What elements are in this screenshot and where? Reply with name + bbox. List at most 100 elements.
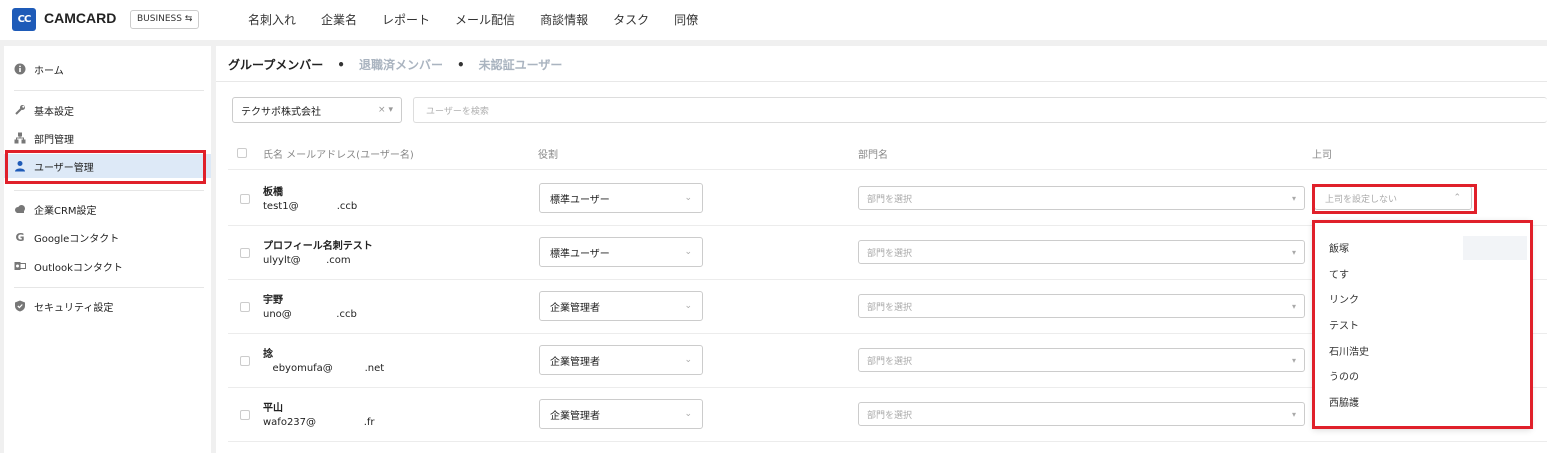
chevron-down-icon: ⌄ (684, 193, 692, 203)
camcard-logo-icon[interactable]: CC (12, 8, 36, 31)
company-select-controls: × ▾ (378, 105, 393, 115)
row-checkbox[interactable] (240, 248, 250, 258)
department-select[interactable]: 部門を選択 ▾ (858, 240, 1305, 264)
org-chart-icon (14, 132, 26, 144)
user-name: プロフィール名刺テスト (263, 241, 373, 252)
boss-select[interactable]: 上司を設定しない ⌃ (1314, 186, 1472, 210)
department-select[interactable]: 部門を選択 ▾ (858, 402, 1305, 426)
user-name: 板橋 (263, 187, 283, 198)
role-select[interactable]: 企業管理者 ⌄ (539, 345, 703, 375)
company-select-value: テクサポ株式会社 (241, 106, 321, 118)
tab-unverified-users[interactable]: 未認証ユーザー (479, 56, 563, 73)
row-checkbox[interactable] (240, 194, 250, 204)
sidebar-item-google[interactable]: G Googleコンタクト (4, 225, 211, 249)
dropdown-option[interactable]: リンク (1329, 291, 1359, 306)
sidebar-item-crm[interactable]: 企業CRM設定 (4, 197, 211, 221)
nav-deals[interactable]: 商談情報 (540, 11, 588, 28)
user-email: wafo237@ .fr (263, 417, 375, 428)
app-name[interactable]: CAMCARD (44, 10, 116, 26)
role-value: 企業管理者 (550, 410, 600, 422)
chevron-down-icon: ⌄ (684, 247, 692, 257)
nav-cards[interactable]: 名刺入れ (248, 11, 296, 28)
chevron-down-icon: ⌄ (684, 409, 692, 419)
header-role: 役割 (538, 150, 558, 161)
boss-placeholder: 上司を設定しない (1325, 194, 1398, 205)
sidebar-item-label: ユーザー管理 (34, 162, 94, 174)
dropdown-option[interactable]: うのの (1329, 368, 1359, 383)
department-select[interactable]: 部門を選択 ▾ (858, 348, 1305, 372)
sidebar-item-departments[interactable]: 部門管理 (4, 126, 211, 150)
nav-colleagues[interactable]: 同僚 (674, 11, 698, 28)
tab-retired-members[interactable]: 退職済メンバー (359, 56, 443, 73)
company-select[interactable]: テクサポ株式会社 × ▾ (232, 97, 402, 123)
dropdown-option[interactable]: 石川浩史 (1329, 343, 1369, 358)
sidebar-item-user-management[interactable]: ユーザー管理 (4, 154, 211, 178)
role-select[interactable]: 標準ユーザー ⌄ (539, 183, 703, 213)
chevron-down-icon: ⌄ (684, 301, 692, 311)
caret-down-icon[interactable]: ▾ (388, 105, 393, 115)
dropdown-option[interactable]: 飯塚 (1329, 240, 1349, 255)
nav-mail[interactable]: メール配信 (455, 11, 515, 28)
caret-down-icon: ▾ (1291, 355, 1296, 365)
tab-separator: • (337, 57, 345, 72)
nav-reports[interactable]: レポート (382, 11, 430, 28)
user-name: 平山 (263, 403, 283, 414)
sidebar-item-security[interactable]: セキュリティ設定 (4, 294, 211, 318)
edition-badge[interactable]: BUSINESS ⇆ (130, 10, 200, 29)
role-select[interactable]: 企業管理者 ⌄ (539, 291, 703, 321)
nav-tasks[interactable]: タスク (613, 11, 649, 28)
dropdown-option[interactable]: てす (1329, 266, 1349, 281)
google-icon: G (15, 230, 25, 244)
sidebar-item-label: Outlookコンタクト (34, 262, 123, 274)
user-email: uno@ .ccb (263, 309, 357, 320)
sidebar: ホーム 基本設定 部門管理 ユーザー管理 企業CRM設定 G Googleコンタ… (4, 46, 211, 453)
dropdown-option[interactable]: テスト (1329, 317, 1359, 332)
user-email: test1@ .ccb (263, 201, 358, 212)
search-placeholder: ユーザーを検索 (426, 106, 489, 117)
sidebar-item-label: 部門管理 (34, 134, 74, 146)
sidebar-item-label: Googleコンタクト (34, 233, 120, 245)
header-divider (228, 169, 1547, 170)
sidebar-item-outlook[interactable]: Outlookコンタクト (4, 254, 211, 278)
nav-companies[interactable]: 企業名 (321, 11, 357, 28)
row-checkbox[interactable] (240, 302, 250, 312)
role-select[interactable]: 企業管理者 ⌄ (539, 399, 703, 429)
top-bar: CC CAMCARD BUSINESS ⇆ 名刺入れ 企業名 レポート メール配… (0, 0, 1547, 40)
sidebar-item-label: セキュリティ設定 (34, 302, 114, 314)
tab-separator: • (456, 57, 465, 72)
department-placeholder: 部門を選択 (867, 248, 913, 259)
caret-down-icon: ▾ (1291, 193, 1296, 203)
sidebar-item-label: 基本設定 (34, 106, 74, 118)
top-nav: 名刺入れ 企業名 レポート メール配信 商談情報 タスク 同僚 (248, 11, 723, 28)
row-checkbox[interactable] (240, 410, 250, 420)
user-name: 捻 (263, 349, 273, 360)
row-checkbox[interactable] (240, 356, 250, 366)
user-icon (14, 160, 26, 172)
user-search-input[interactable]: ユーザーを検索 (413, 97, 1547, 123)
role-value: 標準ユーザー (550, 194, 610, 206)
clear-icon[interactable]: × (378, 105, 386, 115)
row-divider (228, 441, 1547, 442)
caret-down-icon: ▾ (1291, 301, 1296, 311)
sidebar-item-basic-settings[interactable]: 基本設定 (4, 98, 211, 122)
role-value: 企業管理者 (550, 356, 600, 368)
info-icon (14, 63, 26, 75)
sidebar-divider (14, 90, 204, 91)
sidebar-divider (14, 287, 204, 288)
department-select[interactable]: 部門を選択 ▾ (858, 294, 1305, 318)
sidebar-divider (14, 190, 204, 191)
dropdown-option[interactable]: 西脇護 (1329, 394, 1359, 409)
member-tabs: グループメンバー • 退職済メンバー • 未認証ユーザー (228, 56, 562, 73)
user-name: 宇野 (263, 295, 283, 306)
sidebar-item-label: 企業CRM設定 (34, 205, 97, 217)
department-select[interactable]: 部門を選択 ▾ (858, 186, 1305, 210)
chevron-up-icon: ⌃ (1453, 193, 1461, 203)
select-all-checkbox[interactable] (237, 148, 247, 158)
role-value: 企業管理者 (550, 302, 600, 314)
header-name-email[interactable]: 氏名 メールアドレス(ユーザー名) (263, 146, 414, 161)
tab-group-members[interactable]: グループメンバー (228, 56, 323, 73)
wrench-icon (14, 104, 26, 116)
role-value: 標準ユーザー (550, 248, 610, 260)
role-select[interactable]: 標準ユーザー ⌄ (539, 237, 703, 267)
sidebar-item-home[interactable]: ホーム (4, 57, 211, 81)
